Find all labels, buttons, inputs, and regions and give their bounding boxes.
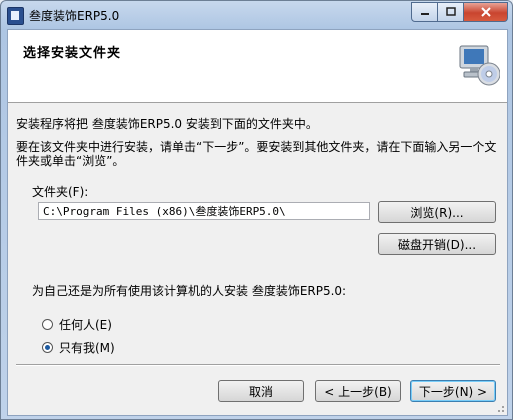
browse-button[interactable]: 浏览(R)... bbox=[378, 201, 496, 223]
cancel-button[interactable]: 取消 bbox=[218, 380, 304, 402]
next-button[interactable]: 下一步(N) > bbox=[410, 380, 496, 402]
radio-everyone-label: 任何人(E) bbox=[59, 318, 112, 332]
computer-cd-icon bbox=[459, 45, 500, 86]
header-banner: 选择安装文件夹 bbox=[8, 30, 507, 103]
install-for-prompt: 为自己还是为所有使用该计算机的人安装 叁度装饰ERP5.0: bbox=[32, 284, 347, 298]
radio-everyone-circle[interactable] bbox=[42, 319, 53, 330]
disk-cost-button[interactable]: 磁盘开销(D)... bbox=[378, 233, 496, 255]
installer-window: 叁度装饰ERP5.0 选择安装文件夹 安装程序将把 叁度装饰ERP5.0 安装到… bbox=[0, 0, 513, 420]
window-title: 叁度装饰ERP5.0 bbox=[29, 9, 120, 23]
minimize-icon bbox=[420, 13, 429, 15]
radio-everyone[interactable]: 任何人(E) bbox=[42, 316, 112, 333]
radio-just-me-circle[interactable] bbox=[42, 342, 53, 353]
app-icon bbox=[7, 7, 24, 25]
instructions-text: 要在该文件夹中进行安装，请单击“下一步”。要安装到其他文件夹，请在下面输入另一个… bbox=[16, 140, 497, 168]
title-bar[interactable]: 叁度装饰ERP5.0 bbox=[1, 1, 512, 29]
maximize-icon bbox=[445, 7, 456, 16]
close-button[interactable] bbox=[464, 2, 508, 22]
radio-just-me-label: 只有我(M) bbox=[59, 341, 115, 355]
caption-buttons bbox=[411, 2, 508, 22]
back-button[interactable]: < 上一步(B) bbox=[315, 380, 401, 402]
page-title: 选择安装文件夹 bbox=[23, 46, 122, 61]
resize-grip-icon[interactable] bbox=[495, 403, 505, 413]
radio-just-me[interactable]: 只有我(M) bbox=[42, 339, 115, 356]
dialog-client: 选择安装文件夹 安装程序将把 叁度装饰ERP5.0 安装到下面的文件夹中。 要在… bbox=[7, 29, 508, 416]
footer-separator bbox=[16, 364, 500, 366]
close-icon bbox=[480, 7, 491, 17]
folder-input[interactable]: C:\Program Files (x86)\叁度装饰ERP5.0\ bbox=[38, 202, 370, 220]
intro-text: 安装程序将把 叁度装饰ERP5.0 安装到下面的文件夹中。 bbox=[16, 117, 318, 131]
minimize-button[interactable] bbox=[411, 2, 438, 22]
maximize-button[interactable] bbox=[438, 2, 464, 22]
folder-label: 文件夹(F): bbox=[32, 185, 89, 199]
